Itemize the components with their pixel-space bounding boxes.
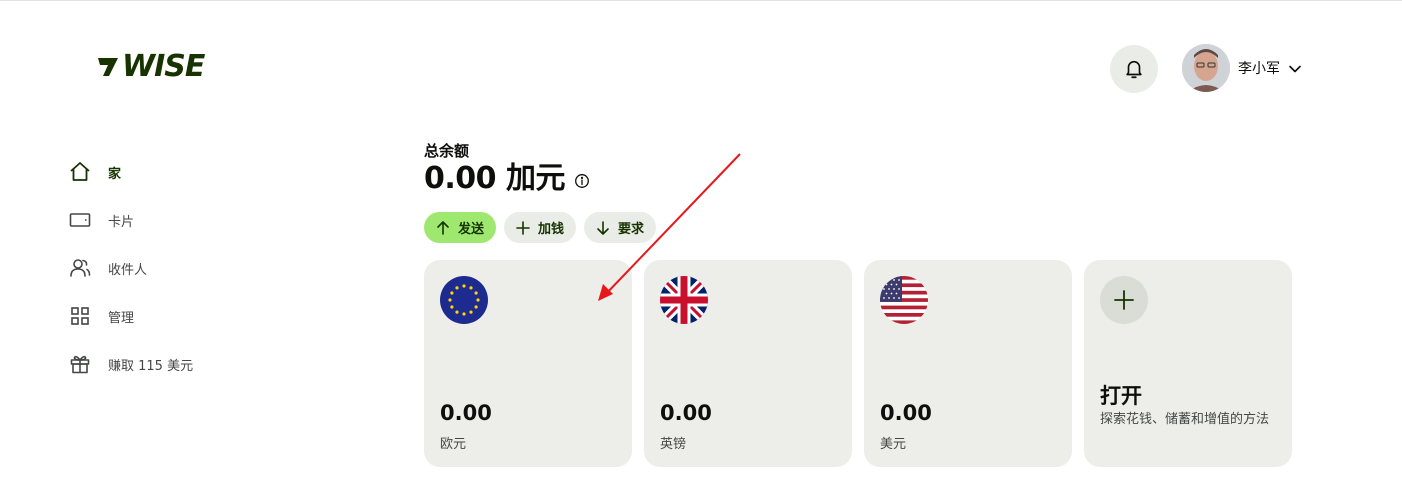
notifications-button[interactable] (1110, 45, 1158, 93)
logo-text: WISE (122, 49, 205, 84)
gift-icon (68, 352, 92, 376)
eu-flag-icon (440, 276, 488, 324)
sidebar-item-manage[interactable]: 管理 (68, 292, 288, 340)
grid-icon (68, 304, 92, 328)
add-balance-button[interactable] (1100, 276, 1148, 324)
card-currency: 英镑 (660, 437, 687, 452)
balance-card-usd[interactable]: 0.00 美元 (864, 260, 1072, 467)
sidebar-item-label: 赚取 115 美元 (108, 358, 194, 374)
plus-icon (1114, 290, 1134, 310)
arrow-down-icon (597, 220, 609, 235)
sidebar-item-recipients[interactable]: 收件人 (68, 244, 288, 292)
request-label: 要求 (618, 221, 645, 236)
top-divider (0, 0, 1402, 1)
card-amount: 0.00 (880, 401, 932, 425)
sidebar-item-label: 卡片 (108, 214, 135, 230)
uk-flag-icon (660, 276, 708, 324)
card-amount: 0.00 (440, 401, 492, 425)
card-amount: 0.00 (660, 401, 712, 425)
action-buttons: 发送 加钱 要求 (424, 212, 657, 243)
sidebar-item-label: 家 (108, 166, 122, 182)
open-card-title: 打开 (1100, 384, 1142, 408)
user-name[interactable]: 李小军 (1238, 60, 1280, 78)
plus-icon (516, 220, 530, 235)
card-currency: 美元 (880, 437, 907, 452)
sidebar-item-label: 收件人 (108, 262, 148, 278)
open-card-description: 探索花钱、储蓄和增值的方法 (1100, 412, 1270, 427)
send-label: 发送 (458, 221, 485, 236)
request-button[interactable]: 要求 (584, 212, 657, 243)
wise-logo[interactable]: WISE (95, 49, 205, 84)
sidebar-item-home[interactable]: 家 (68, 148, 288, 196)
sidebar-nav: 家 卡片 收件人 管理 赚取 115 美元 (68, 148, 288, 388)
add-money-label: 加钱 (538, 221, 565, 236)
open-balance-card[interactable]: 打开 探索花钱、储蓄和增值的方法 (1084, 260, 1292, 467)
wise-flag-icon (98, 58, 118, 76)
total-balance: 0.00 加元 (424, 160, 590, 198)
arrow-up-icon (437, 220, 449, 235)
balance-cards: 0.00 欧元 0.00 英镑 0.00 美元 打开 探索花钱、储蓄和增值的方法 (424, 260, 1292, 467)
home-icon (68, 160, 92, 184)
balance-card-gbp[interactable]: 0.00 英镑 (644, 260, 852, 467)
card-currency: 欧元 (440, 437, 467, 452)
avatar[interactable] (1182, 44, 1230, 92)
total-balance-label: 总余额 (424, 142, 470, 160)
card-icon (68, 208, 92, 232)
bell-icon (1126, 60, 1142, 79)
sidebar-item-earn[interactable]: 赚取 115 美元 (68, 340, 288, 388)
sidebar-item-label: 管理 (108, 310, 135, 326)
sidebar-item-cards[interactable]: 卡片 (68, 196, 288, 244)
send-button[interactable]: 发送 (424, 212, 497, 243)
add-money-button[interactable]: 加钱 (504, 212, 577, 243)
info-icon[interactable] (574, 173, 590, 189)
recipients-icon (68, 256, 92, 280)
chevron-down-icon[interactable] (1288, 62, 1302, 76)
us-flag-icon (880, 276, 928, 324)
balance-card-eur[interactable]: 0.00 欧元 (424, 260, 632, 467)
total-balance-amount: 0.00 加元 (424, 161, 565, 196)
